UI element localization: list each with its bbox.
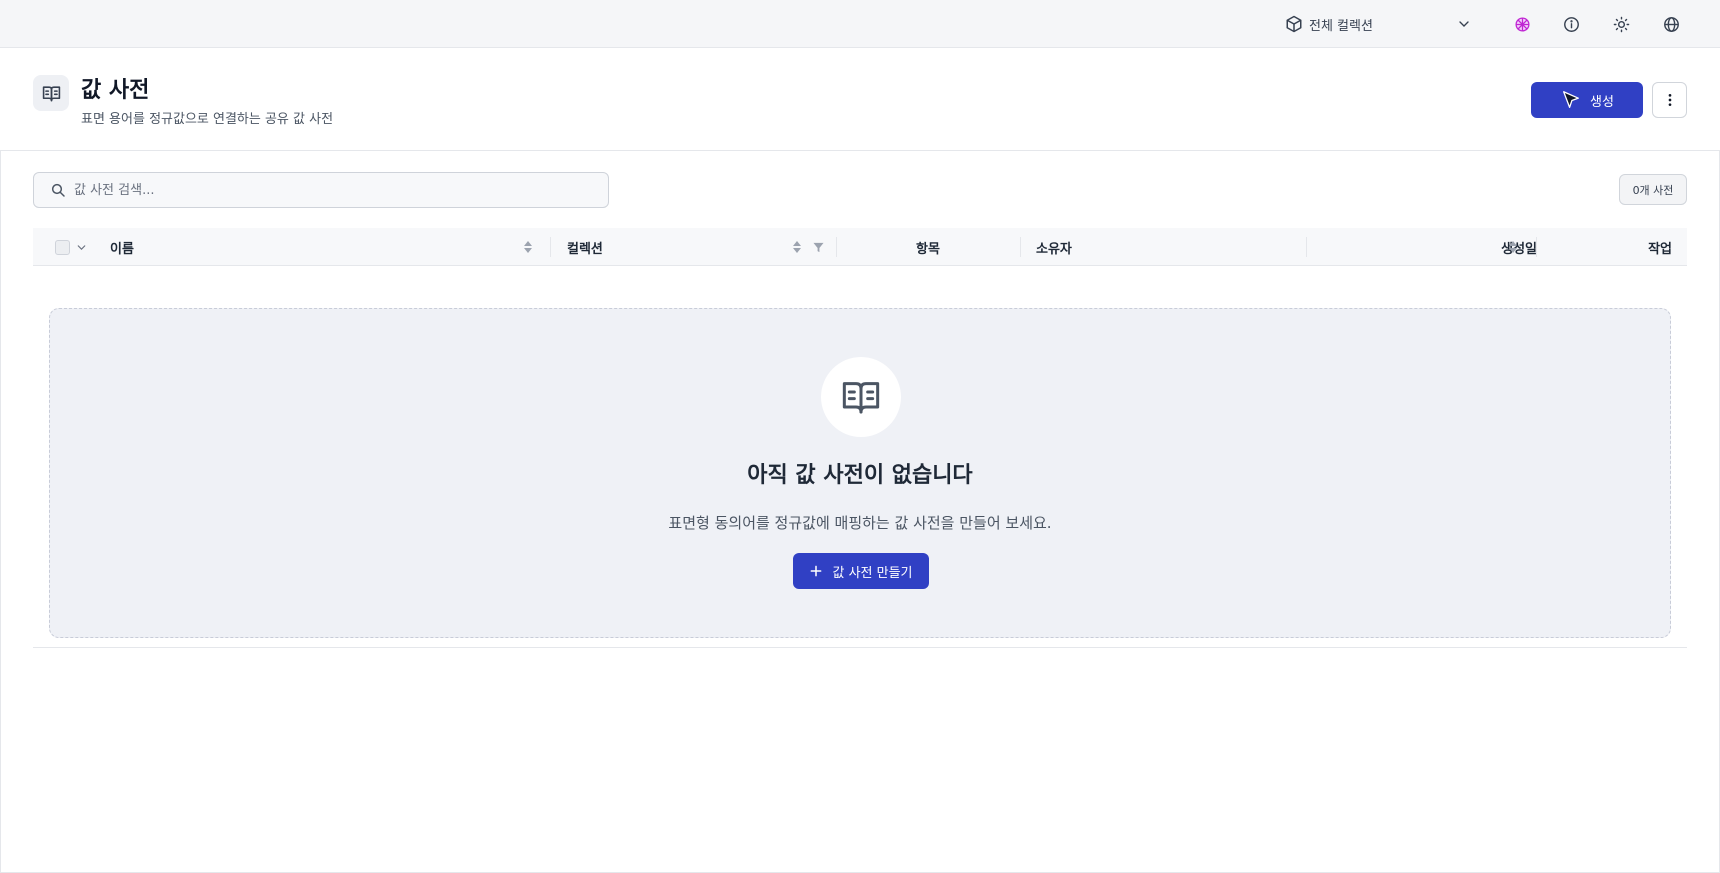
create-dictionary-button[interactable]: 값 사전 만들기 xyxy=(793,553,929,589)
column-header-owner: 소유자 xyxy=(1036,241,1072,257)
search-icon xyxy=(51,183,65,197)
column-header-name[interactable]: 이름 xyxy=(110,228,134,266)
top-bar: 전체 컬렉션 xyxy=(0,0,1720,48)
column-divider xyxy=(550,237,551,257)
search-input[interactable] xyxy=(74,182,574,198)
create-dictionary-button-label: 값 사전 만들기 xyxy=(832,565,913,581)
info-button[interactable] xyxy=(1559,12,1583,36)
table-header: 이름 컬렉션 항목 소유자 생성일 작업 xyxy=(33,228,1687,266)
globe-icon xyxy=(1663,16,1679,32)
cube-icon xyxy=(1286,15,1302,33)
more-vertical-icon xyxy=(1668,94,1671,106)
column-header-actions: 작업 xyxy=(1648,241,1672,257)
info-icon xyxy=(1563,16,1579,32)
page-subtitle: 표면 용어를 정규값으로 연결하는 공유 값 사전 xyxy=(81,112,334,127)
cursor-pointer-icon xyxy=(1563,91,1580,108)
header-icon-tile xyxy=(33,75,69,111)
page-title: 값 사전 xyxy=(81,78,150,103)
book-open-icon xyxy=(42,85,60,101)
sort-icon[interactable] xyxy=(790,239,804,255)
filter-icon[interactable] xyxy=(811,239,825,255)
language-button[interactable] xyxy=(1659,12,1683,36)
empty-state: 아직 값 사전이 없습니다 표면형 동의어를 정규값에 매핑하는 값 사전을 만… xyxy=(49,308,1671,638)
plus-icon xyxy=(811,565,822,577)
sort-icon[interactable] xyxy=(1506,239,1520,255)
dictionary-count-badge: 0개 사전 xyxy=(1619,174,1687,205)
theme-toggle-button[interactable] xyxy=(1609,12,1633,36)
empty-state-icon-circle xyxy=(821,357,901,437)
empty-state-title: 아직 값 사전이 없습니다 xyxy=(747,463,973,488)
column-header-items: 항목 xyxy=(916,241,940,257)
book-open-icon xyxy=(842,382,880,414)
collection-select-value: 전체 컬렉션 xyxy=(1309,18,1373,34)
sort-icon[interactable] xyxy=(521,239,535,255)
select-all-control[interactable] xyxy=(55,228,88,266)
chevron-down-icon xyxy=(1459,21,1469,27)
column-header-created[interactable]: 생성일 xyxy=(1306,228,1537,266)
create-button[interactable]: 생성 xyxy=(1531,82,1643,118)
ai-assistant-icon xyxy=(1514,16,1530,32)
create-button-label: 생성 xyxy=(1590,93,1614,109)
select-all-checkbox[interactable] xyxy=(55,239,70,255)
theme-sun-icon xyxy=(1613,16,1629,32)
column-header-collection[interactable]: 컬렉션 xyxy=(567,228,603,266)
chevron-down-icon[interactable] xyxy=(75,241,88,254)
more-options-button[interactable] xyxy=(1652,82,1687,118)
search-box xyxy=(33,172,609,208)
table-bottom-divider xyxy=(33,647,1687,648)
ai-assistant-button[interactable] xyxy=(1510,12,1534,36)
column-divider xyxy=(1020,237,1021,257)
empty-state-description: 표면형 동의어를 정규값에 매핑하는 값 사전을 만들어 보세요. xyxy=(668,514,1052,532)
page-header: 값 사전 표면 용어를 정규값으로 연결하는 공유 값 사전 생성 xyxy=(0,48,1720,151)
collection-select[interactable]: 전체 컬렉션 xyxy=(1280,10,1480,38)
